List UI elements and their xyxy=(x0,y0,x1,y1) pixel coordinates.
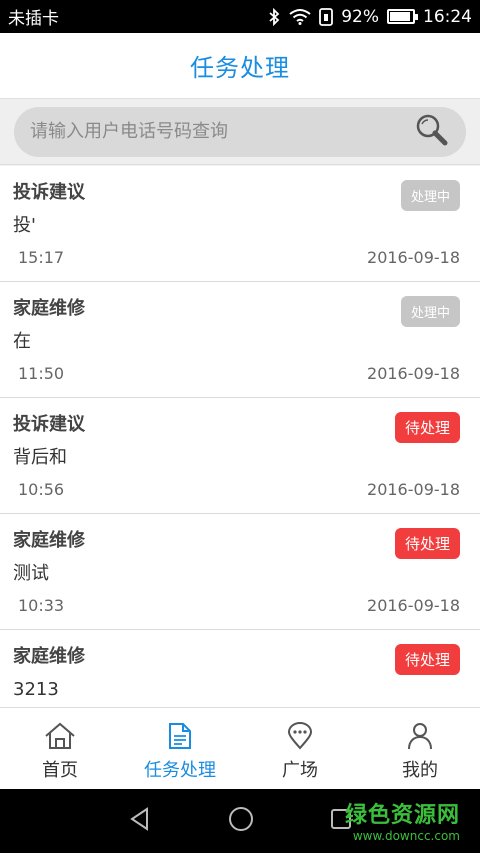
search-box[interactable] xyxy=(14,106,466,157)
watermark-url: www.downcc.com xyxy=(352,829,460,843)
task-row[interactable]: 家庭维修 在 11:50 2016-09-18 处理中 xyxy=(0,282,480,398)
tab-home[interactable]: 首页 xyxy=(0,708,120,789)
task-row[interactable]: 家庭维修 3213 待处理 xyxy=(0,630,480,707)
task-row[interactable]: 家庭维修 测试 10:33 2016-09-18 待处理 xyxy=(0,514,480,630)
tab-square[interactable]: 广场 xyxy=(240,708,360,789)
task-category: 家庭维修 xyxy=(13,530,85,551)
task-content: 在 xyxy=(13,331,31,352)
tab-label: 我的 xyxy=(402,760,438,781)
battery-percent: 92% xyxy=(341,6,379,27)
task-content: 背后和 xyxy=(13,447,67,468)
bluetooth-icon xyxy=(267,7,281,26)
task-row[interactable]: 投诉建议 投' 15:17 2016-09-18 处理中 xyxy=(0,166,480,282)
task-time: 10:56 xyxy=(18,480,65,499)
sim-icon xyxy=(319,7,334,26)
task-list[interactable]: 投诉建议 投' 15:17 2016-09-18 处理中 家庭维修 在 11:5… xyxy=(0,166,480,707)
watermark: 绿色资源网 www.downcc.com xyxy=(345,797,460,843)
task-time: 15:17 xyxy=(18,248,65,267)
task-content: 测试 xyxy=(13,563,49,584)
search-icon[interactable] xyxy=(414,112,450,152)
document-icon xyxy=(168,722,192,754)
home-nav-icon[interactable] xyxy=(227,805,255,837)
battery-icon xyxy=(387,9,418,24)
task-category: 家庭维修 xyxy=(13,646,85,667)
carrier-text: 未插卡 xyxy=(8,9,59,29)
person-icon xyxy=(407,722,433,754)
bottom-tab-bar: 首页 任务处理 广场 我的 xyxy=(0,707,480,789)
tab-label: 广场 xyxy=(282,760,318,781)
status-badge: 待处理 xyxy=(394,412,460,443)
wifi-icon xyxy=(289,8,311,25)
back-icon[interactable] xyxy=(127,806,153,836)
task-date: 2016-09-18 xyxy=(367,364,460,383)
task-time: 11:50 xyxy=(18,364,65,383)
task-time: 10:33 xyxy=(18,596,65,615)
status-badge: 待处理 xyxy=(394,644,460,675)
watermark-name: 绿色资源网 xyxy=(344,803,460,828)
task-category: 家庭维修 xyxy=(13,298,85,319)
tab-label: 任务处理 xyxy=(144,760,216,781)
task-date: 2016-09-18 xyxy=(367,596,460,615)
status-badge: 待处理 xyxy=(394,528,460,559)
task-content: 投' xyxy=(13,215,36,236)
status-badge: 处理中 xyxy=(400,180,460,211)
tab-tasks[interactable]: 任务处理 xyxy=(120,708,240,789)
tab-label: 首页 xyxy=(42,760,78,781)
status-bar: 未插卡 92% 16:24 xyxy=(0,0,480,33)
task-category: 投诉建议 xyxy=(13,182,85,203)
home-icon xyxy=(44,722,76,754)
page-header: 任务处理 xyxy=(0,33,480,99)
task-category: 投诉建议 xyxy=(13,414,85,435)
status-badge: 处理中 xyxy=(400,296,460,327)
tab-mine[interactable]: 我的 xyxy=(360,708,480,789)
clock: 16:24 xyxy=(423,6,472,27)
task-row[interactable]: 投诉建议 背后和 10:56 2016-09-18 待处理 xyxy=(0,398,480,514)
task-date: 2016-09-18 xyxy=(367,480,460,499)
location-chat-icon xyxy=(287,722,313,754)
task-content: 3213 xyxy=(13,679,59,700)
search-area xyxy=(0,99,480,165)
task-date: 2016-09-18 xyxy=(367,248,460,267)
page-title: 任务处理 xyxy=(190,54,290,82)
search-input[interactable] xyxy=(30,121,414,142)
